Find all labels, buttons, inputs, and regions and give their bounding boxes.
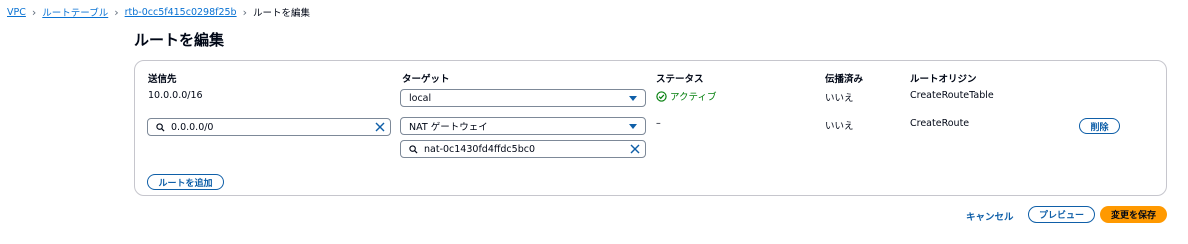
header-propagated: 伝播済み [825,74,864,85]
row1-status: アクティブ [656,89,716,103]
row2-propagated: いいえ [825,121,854,132]
row1-propagated: いいえ [825,93,854,104]
clear-icon[interactable] [630,144,640,154]
row1-target-select-value: local [409,92,432,104]
cancel-button[interactable]: キャンセル [966,209,1014,223]
remove-route-button[interactable]: 削除 [1079,118,1120,134]
header-route-origin: ルートオリジン [910,74,977,85]
caret-down-icon [629,124,637,129]
row1-target-select[interactable]: local [400,89,646,107]
add-route-button[interactable]: ルートを追加 [147,174,224,190]
search-icon [156,122,165,132]
header-status: ステータス [656,74,704,85]
row2-status: – [656,118,661,129]
row2-route-origin: CreateRoute [910,118,970,129]
preview-button[interactable]: プレビュー [1028,206,1095,223]
routes-panel: 送信先 ターゲット ステータス 伝播済み ルートオリジン 10.0.0.0/16… [134,60,1167,196]
row2-target-select[interactable]: NAT ゲートウェイ [400,117,646,135]
breadcrumb-current: ルートを編集 [253,8,311,19]
breadcrumb-route-table-id-link[interactable]: rtb-0cc5f415c0298f25b [125,7,237,18]
row2-destination-value: 0.0.0.0/0 [171,121,214,133]
header-target: ターゲット [402,74,450,85]
row1-route-origin: CreateRouteTable [910,90,994,101]
clear-icon[interactable] [375,122,385,132]
breadcrumb-route-tables-link[interactable]: ルートテーブル [42,5,108,19]
chevron-right-icon: › [114,5,119,19]
search-icon [409,144,418,154]
header-destination: 送信先 [148,74,177,85]
row2-target-search-value: nat-0c1430fd4ffdc5bc0 [424,143,535,155]
row1-status-text: アクティブ [670,92,717,103]
breadcrumb: VPC › ルートテーブル › rtb-0cc5f415c0298f25b › … [7,5,311,20]
breadcrumb-vpc-link[interactable]: VPC [7,7,26,18]
row2-target-select-value: NAT ゲートウェイ [409,122,488,133]
row2-destination-input[interactable]: 0.0.0.0/0 [147,118,391,136]
caret-down-icon [629,96,637,101]
page-title: ルートを編集 [134,31,225,49]
save-changes-button[interactable]: 変更を保存 [1100,206,1167,223]
row2-target-search[interactable]: nat-0c1430fd4ffdc5bc0 [400,140,646,158]
chevron-right-icon: › [242,5,247,19]
chevron-right-icon: › [31,5,37,19]
row1-destination: 10.0.0.0/16 [148,90,203,101]
check-circle-icon [656,90,667,102]
